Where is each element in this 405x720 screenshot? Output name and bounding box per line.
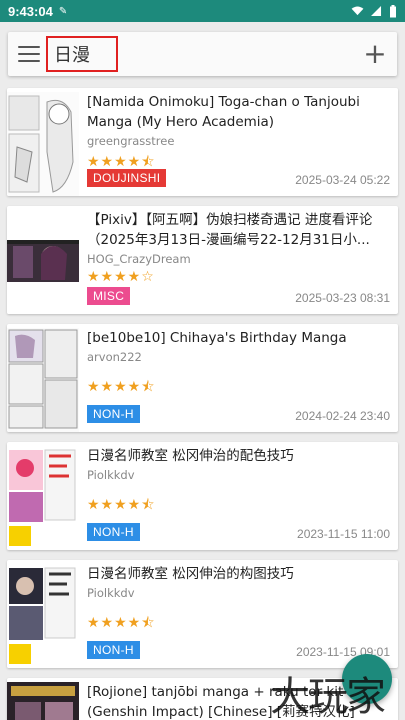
gallery-item[interactable]: 日漫名师教室 松冈伸治的构图技巧 Piolkkdv ★★★★⯪ NON-H 20…	[7, 560, 398, 668]
thumbnail-image	[7, 92, 79, 196]
category-badge: NON-H	[87, 523, 140, 541]
status-bar: 9:43:04 ✎	[0, 0, 405, 22]
search-toolbar: 日漫 +	[8, 32, 397, 76]
item-date: 2025-03-24 05:22	[295, 173, 390, 187]
category-badge: NON-H	[87, 641, 140, 659]
item-date: 2023-11-15 11:00	[297, 527, 390, 541]
gallery-item[interactable]: [be10be10] Chihaya's Birthday Manga arvo…	[7, 324, 398, 432]
watermark-logo: 大玩家	[270, 674, 386, 720]
item-uploader: Piolkkdv	[87, 586, 135, 600]
thumbnail-image	[7, 210, 79, 314]
thumbnail-image	[7, 682, 79, 720]
item-info: 日漫名师教室 松冈伸治的构图技巧 Piolkkdv ★★★★⯪ NON-H 20…	[87, 564, 390, 668]
item-title: 【Pixiv】【阿五啊】伪娘扫楼奇遇记 进度看评论（2025年3月13日-漫画编…	[87, 212, 373, 248]
notification-icon: ✎	[58, 5, 68, 17]
item-uploader: greengrasstree	[87, 134, 175, 148]
signal-icon	[371, 6, 382, 16]
item-date: 2024-02-24 23:40	[295, 409, 390, 423]
rating-stars: ★★★★⯪	[87, 497, 156, 513]
menu-icon[interactable]	[18, 45, 40, 63]
rating-stars: ★★★★⯪	[87, 615, 156, 631]
category-badge: NON-H	[87, 405, 140, 423]
thumbnail-image	[7, 328, 79, 432]
item-date: 2025-03-23 08:31	[295, 291, 390, 305]
rating-stars: ★★★★⯪	[87, 379, 156, 395]
thumbnail-image	[7, 446, 79, 550]
category-badge: DOUJINSHI	[87, 169, 167, 187]
gallery-item[interactable]: [Namida Onimoku] Toga-chan o Tanjoubi Ma…	[7, 88, 398, 196]
item-title: 日漫名师教室 松冈伸治的配色技巧	[87, 448, 294, 464]
item-title: 日漫名师教室 松冈伸治的构图技巧	[87, 566, 294, 582]
battery-icon	[390, 4, 396, 17]
gallery-item[interactable]: 【Pixiv】【阿五啊】伪娘扫楼奇遇记 进度看评论（2025年3月13日-漫画编…	[7, 206, 398, 314]
status-time: 9:43:04	[8, 3, 53, 19]
item-info: [be10be10] Chihaya's Birthday Manga arvo…	[87, 328, 390, 432]
item-uploader: HOG_CrazyDream	[87, 252, 191, 266]
item-uploader: arvon222	[87, 350, 142, 364]
search-query-field[interactable]: 日漫	[46, 36, 118, 72]
item-title: [be10be10] Chihaya's Birthday Manga	[87, 330, 347, 346]
wifi-icon	[351, 6, 364, 16]
item-info: [Namida Onimoku] Toga-chan o Tanjoubi Ma…	[87, 92, 390, 196]
item-uploader: Piolkkdv	[87, 468, 135, 482]
item-title: [Namida Onimoku] Toga-chan o Tanjoubi Ma…	[87, 94, 360, 130]
gallery-item[interactable]: 日漫名师教室 松冈伸治的配色技巧 Piolkkdv ★★★★⯪ NON-H 20…	[7, 442, 398, 550]
status-icons	[351, 4, 397, 18]
category-badge: MISC	[87, 287, 131, 305]
thumbnail-image	[7, 564, 79, 668]
add-icon[interactable]: +	[363, 40, 387, 68]
item-info: 日漫名师教室 松冈伸治的配色技巧 Piolkkdv ★★★★⯪ NON-H 20…	[87, 446, 390, 550]
item-info: 【Pixiv】【阿五啊】伪娘扫楼奇遇记 进度看评论（2025年3月13日-漫画编…	[87, 210, 390, 314]
rating-stars: ★★★★☆	[87, 269, 155, 285]
